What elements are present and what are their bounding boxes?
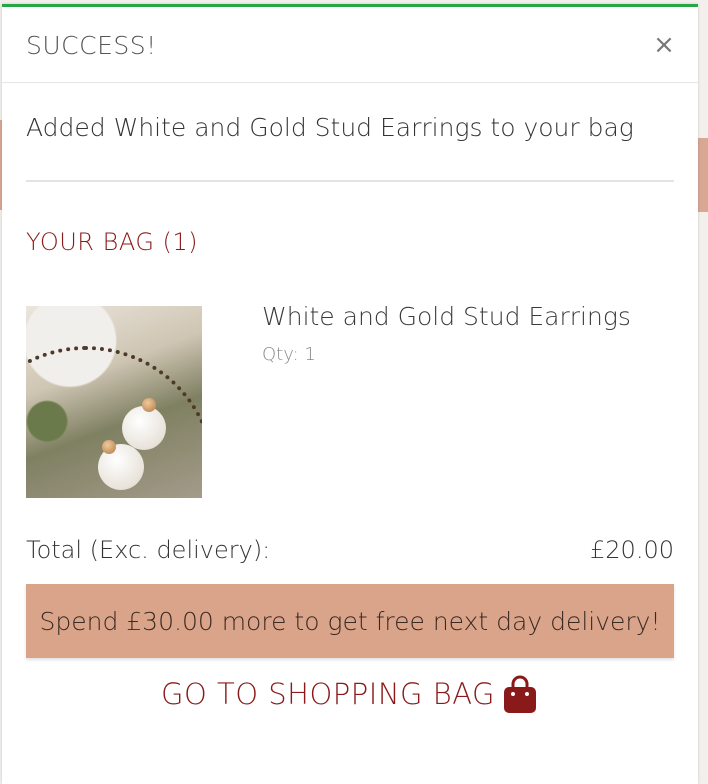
image-pearl-upper — [122, 406, 166, 450]
close-button[interactable]: × — [650, 31, 678, 59]
close-icon: × — [653, 30, 675, 60]
earrings-product-image[interactable] — [26, 306, 202, 498]
item-qty: Qty: 1 — [262, 344, 316, 365]
toast-header: SUCCESS! × — [2, 7, 698, 83]
total-label: Total (Exc. delivery): — [26, 536, 271, 564]
toast-title: SUCCESS! — [26, 31, 157, 60]
bag-item: White and Gold Stud Earrings Qty: 1 — [26, 302, 674, 498]
go-to-bag-label: GO TO SHOPPING BAG — [160, 677, 496, 711]
total-value: £20.00 — [590, 536, 674, 564]
total-row: Total (Exc. delivery): £20.00 — [26, 536, 674, 568]
go-to-shopping-bag-link[interactable]: GO TO SHOPPING BAG — [26, 674, 674, 714]
delivery-message: Spend £30.00 more to get free next day d… — [39, 606, 661, 636]
item-name[interactable]: White and Gold Stud Earrings — [262, 302, 631, 331]
divider — [26, 180, 674, 182]
shopping-bag-icon — [501, 674, 539, 714]
added-message: Added White and Gold Stud Earrings to yo… — [26, 113, 634, 142]
success-toast: SUCCESS! × Added White and Gold Stud Ear… — [2, 4, 698, 784]
toast-body: Added White and Gold Stud Earrings to yo… — [2, 113, 698, 714]
bag-heading: YOUR BAG (1) — [26, 228, 199, 256]
background-accent-right — [698, 138, 708, 212]
image-stud-lower — [102, 440, 116, 454]
free-delivery-banner: Spend £30.00 more to get free next day d… — [26, 584, 674, 658]
image-stud-upper — [142, 398, 156, 412]
